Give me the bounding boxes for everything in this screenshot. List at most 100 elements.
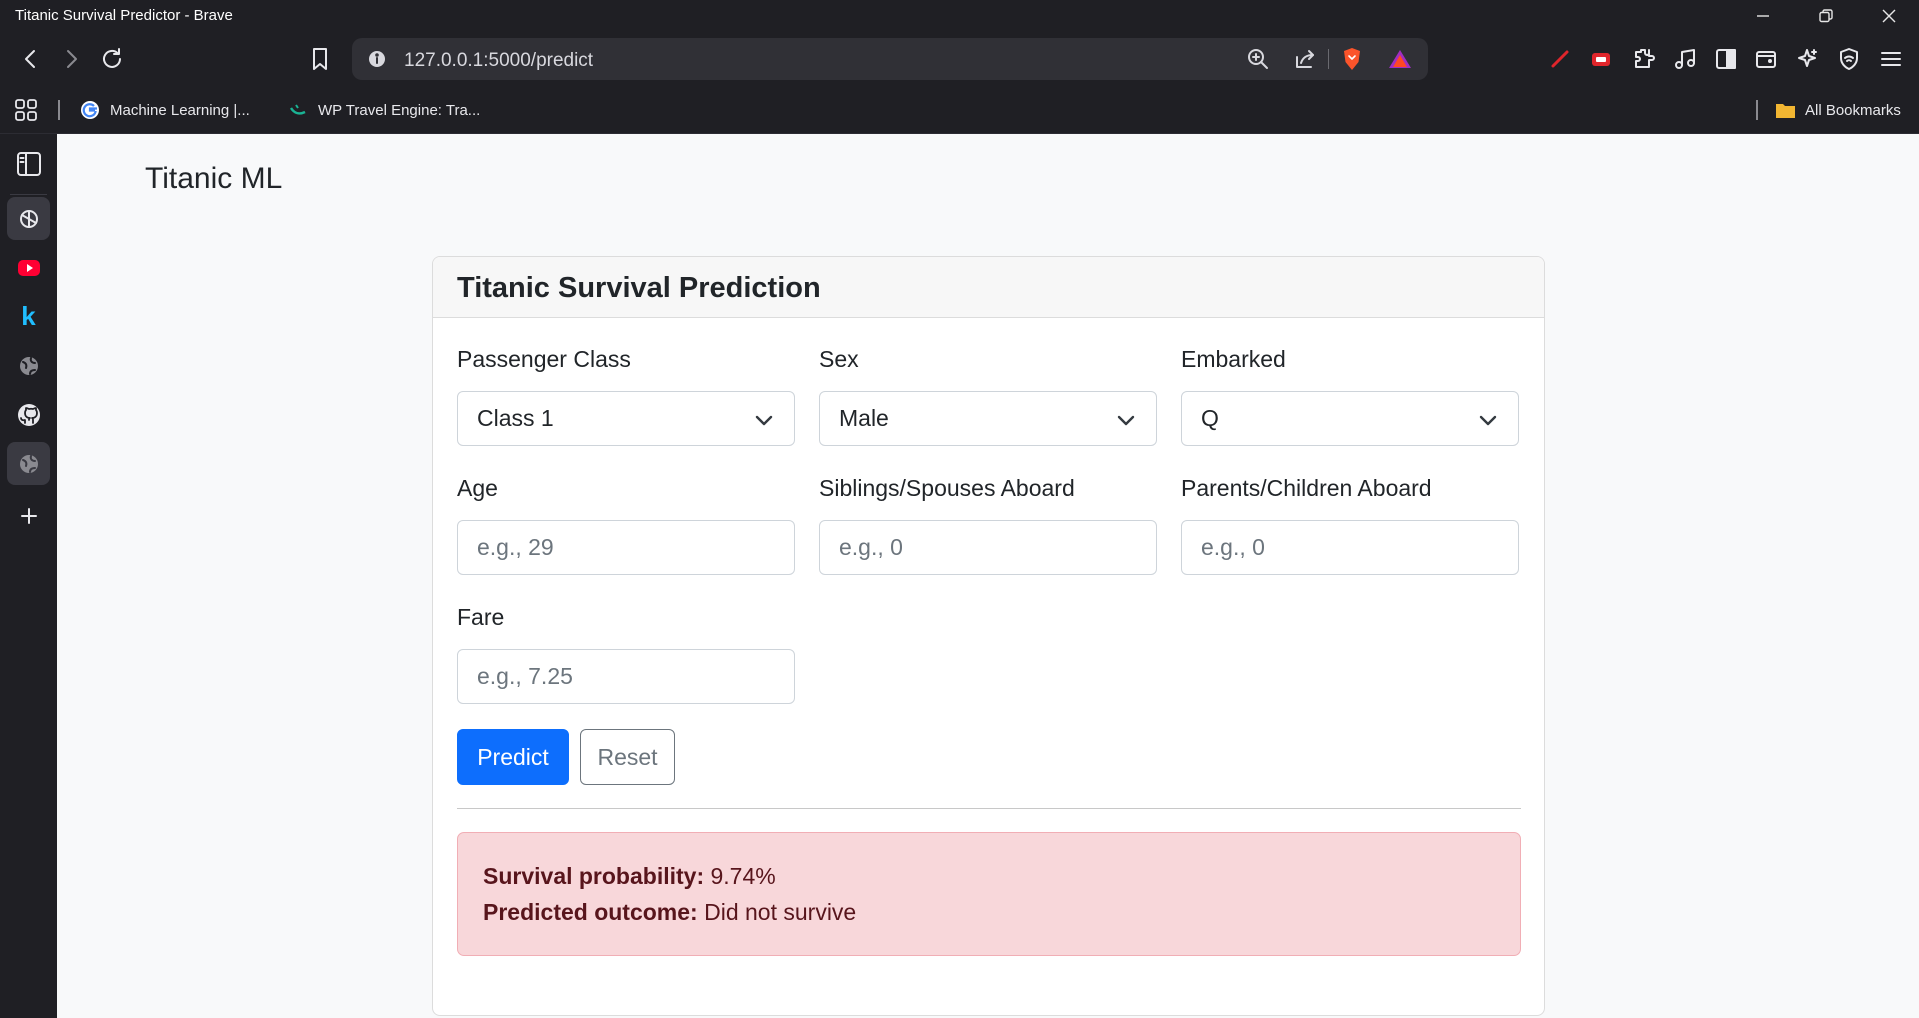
parch-label: Parents/Children Aboard <box>1181 475 1432 501</box>
bookmark-page-button[interactable] <box>300 32 340 86</box>
browser-sidebar: k <box>0 134 57 1018</box>
age-input[interactable] <box>457 520 795 575</box>
sidebar-item-youtube[interactable] <box>7 246 50 289</box>
sparkle-icon <box>1798 49 1817 67</box>
probability-line: Survival probability: 9.74% <box>483 863 776 890</box>
sidebar-panel-button[interactable] <box>7 142 50 185</box>
chatgpt-icon <box>19 209 38 228</box>
back-button[interactable] <box>11 32 51 86</box>
predict-button[interactable]: Predict <box>457 729 569 785</box>
apps-button[interactable] <box>14 98 38 122</box>
folder-icon <box>1775 100 1795 120</box>
bookmark-machine-learning[interactable]: Machine Learning |... <box>80 98 250 122</box>
bookmark-label: Machine Learning |... <box>110 101 250 119</box>
pclass-select[interactable]: Class 1 <box>457 391 795 446</box>
media-button[interactable] <box>1665 32 1705 86</box>
brave-shields-icon[interactable] <box>1337 44 1367 74</box>
k-icon: k <box>21 301 36 331</box>
youtube-icon <box>17 259 40 276</box>
reload-button[interactable] <box>92 32 132 86</box>
leo-ai-button[interactable] <box>1787 32 1827 86</box>
sidebar-item-kaggle[interactable]: k <box>7 295 50 338</box>
probability-label: Survival probability: <box>483 863 705 889</box>
sex-selected-value: Male <box>839 405 889 431</box>
fare-input[interactable] <box>457 649 795 704</box>
forward-button[interactable] <box>51 32 91 86</box>
sidebar-panel-icon <box>16 151 41 176</box>
address-bar[interactable]: 127.0.0.1:5000/predict <box>352 38 1428 80</box>
globe-icon <box>19 454 38 473</box>
probability-value: 9.74% <box>710 863 776 889</box>
embarked-label: Embarked <box>1181 346 1286 372</box>
bookmark-icon <box>313 48 327 70</box>
all-bookmarks-folder[interactable]: All Bookmarks <box>1775 98 1901 122</box>
urlbar-divider <box>1328 49 1329 69</box>
card-title: Titanic Survival Prediction <box>457 272 821 304</box>
menu-button[interactable] <box>1871 32 1911 86</box>
outcome-label: Predicted outcome: <box>483 899 698 925</box>
outcome-line: Predicted outcome: Did not survive <box>483 899 856 926</box>
sidebar-toggle-icon <box>1716 49 1736 69</box>
prediction-card: Titanic Survival Prediction Passenger Cl… <box>432 256 1545 1016</box>
share-icon[interactable] <box>1290 44 1320 74</box>
embarked-selected-value: Q <box>1201 405 1219 431</box>
minimize-icon <box>1757 15 1769 17</box>
reset-button[interactable]: Reset <box>580 729 675 785</box>
window-titlebar: Titanic Survival Predictor - Brave <box>0 0 1919 32</box>
card-header: Titanic Survival Prediction <box>433 257 1544 318</box>
pen-icon <box>1551 50 1569 68</box>
sibsp-input[interactable] <box>819 520 1157 575</box>
window-title: Titanic Survival Predictor - Brave <box>15 7 233 24</box>
pen-extension-button[interactable] <box>1540 32 1580 86</box>
bookmark-label: WP Travel Engine: Tra... <box>318 101 481 119</box>
bookmark-wp-travel-engine[interactable]: WP Travel Engine: Tra... <box>288 98 480 122</box>
age-label: Age <box>457 475 498 501</box>
prediction-result-alert: Survival probability: 9.74% Predicted ou… <box>457 832 1521 956</box>
restore-button[interactable] <box>1796 0 1856 32</box>
fare-label: Fare <box>457 604 505 630</box>
sidebar-item-chatgpt[interactable] <box>7 197 50 240</box>
hamburger-menu-icon <box>1881 52 1901 66</box>
parch-input[interactable] <box>1181 520 1519 575</box>
minimize-button[interactable] <box>1733 0 1793 32</box>
bookmarks-bar: Machine Learning |... WP Travel Engine: … <box>0 86 1919 134</box>
reload-icon <box>103 48 121 68</box>
bookmarks-separator <box>58 100 60 120</box>
wallet-button[interactable] <box>1746 32 1786 86</box>
apps-grid-icon <box>15 99 37 121</box>
red-extension-button[interactable] <box>1581 32 1621 86</box>
sex-label: Sex <box>819 346 859 372</box>
pclass-label: Passenger Class <box>457 346 631 372</box>
sex-select[interactable]: Male <box>819 391 1157 446</box>
url-text[interactable]: 127.0.0.1:5000/predict <box>404 50 593 72</box>
music-note-icon <box>1675 49 1695 69</box>
globe-icon <box>19 356 38 375</box>
github-icon <box>17 403 40 426</box>
sidebar-item-globe-active[interactable] <box>7 442 50 485</box>
sidebar-toggle-button[interactable] <box>1706 32 1746 86</box>
divider <box>457 808 1521 809</box>
back-arrow-icon <box>25 50 35 68</box>
google-icon <box>80 100 100 120</box>
vpn-shield-icon <box>1840 48 1858 70</box>
puzzle-icon <box>1635 49 1655 68</box>
chevron-down-icon <box>1116 409 1136 436</box>
extension-red-icon <box>1592 53 1610 66</box>
site-info-icon[interactable] <box>362 44 392 74</box>
sidebar-divider <box>10 194 47 195</box>
embarked-select[interactable]: Q <box>1181 391 1519 446</box>
navbar-brand[interactable]: Titanic ML <box>145 162 282 196</box>
close-button[interactable] <box>1859 0 1919 32</box>
brave-rewards-icon[interactable] <box>1385 44 1415 74</box>
sidebar-item-github[interactable] <box>7 393 50 436</box>
plus-icon <box>20 507 37 524</box>
sibsp-label: Siblings/Spouses Aboard <box>819 475 1075 501</box>
vpn-button[interactable] <box>1829 32 1869 86</box>
all-bookmarks-label: All Bookmarks <box>1805 101 1901 119</box>
forward-arrow-icon <box>67 50 77 68</box>
zoom-icon[interactable] <box>1243 44 1273 74</box>
sidebar-item-globe[interactable] <box>7 344 50 387</box>
extensions-button[interactable] <box>1624 32 1664 86</box>
sidebar-add-button[interactable] <box>7 494 50 537</box>
chevron-down-icon <box>754 409 774 436</box>
